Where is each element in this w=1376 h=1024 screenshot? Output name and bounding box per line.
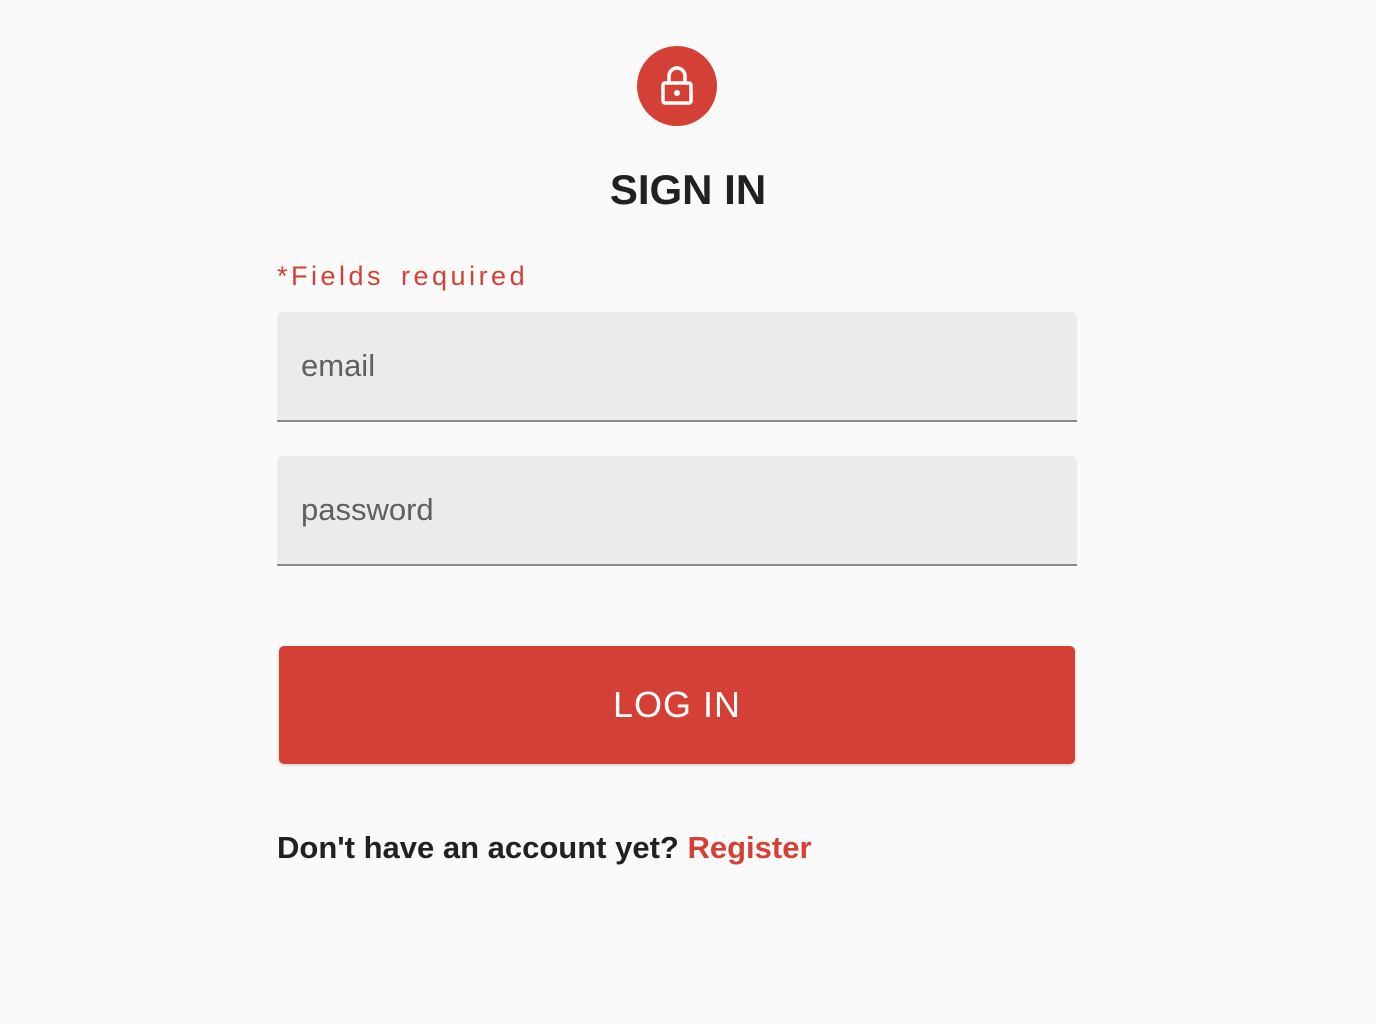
- register-link[interactable]: Register: [687, 830, 811, 865]
- email-input[interactable]: [277, 312, 1077, 420]
- password-field-container: [277, 456, 1077, 566]
- lock-icon: [661, 66, 693, 105]
- required-note: *Fields required: [277, 261, 529, 291]
- password-input[interactable]: [277, 456, 1077, 564]
- login-button[interactable]: LOG IN: [279, 646, 1075, 764]
- register-prompt-text: Don't have an account yet?: [277, 830, 679, 865]
- register-prompt: Don't have an account yet? Register: [277, 830, 812, 866]
- lock-avatar: [637, 46, 717, 126]
- email-field-container: [277, 312, 1077, 422]
- page-title: SIGN IN: [609, 166, 767, 213]
